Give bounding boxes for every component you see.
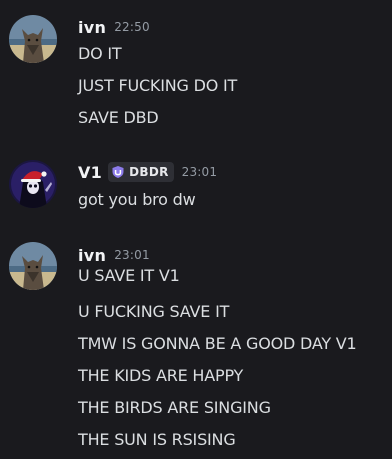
wolf-avatar-icon <box>9 242 57 290</box>
username[interactable]: ivn <box>78 246 106 265</box>
avatar[interactable] <box>9 15 57 63</box>
message-text: THE BIRDS ARE SINGING <box>78 398 271 417</box>
message-text: DO IT <box>78 44 122 63</box>
username[interactable]: ivn <box>78 18 106 37</box>
avatar[interactable] <box>9 160 57 208</box>
reaper-avatar-icon <box>9 160 57 208</box>
server-tag[interactable]: DBDR <box>108 162 174 182</box>
message-group: V1 DBDR 23:01 got you bro dw <box>0 155 392 215</box>
timestamp: 22:50 <box>114 20 150 34</box>
timestamp: 23:01 <box>181 165 218 179</box>
message-text: U SAVE IT V1 <box>78 266 180 285</box>
username[interactable]: V1 <box>78 163 102 182</box>
message-group: ivn 22:50 DO IT JUST FUCKING DO IT SAVE … <box>0 0 392 140</box>
avatar[interactable] <box>9 242 57 290</box>
message-text: U FUCKING SAVE IT <box>78 302 230 321</box>
message-group: ivn 23:01 U SAVE IT V1 U FUCKING SAVE IT… <box>0 240 392 459</box>
message-text: THE SUN IS RSISING <box>78 430 236 449</box>
message-text: JUST FUCKING DO IT <box>78 76 238 95</box>
wolf-avatar-icon <box>9 15 57 63</box>
shield-icon <box>112 166 124 178</box>
message-text: TMW IS GONNA BE A GOOD DAY V1 <box>78 334 357 353</box>
message-text: THE KIDS ARE HAPPY <box>78 366 244 385</box>
timestamp: 23:01 <box>114 248 150 262</box>
server-tag-label: DBDR <box>129 165 169 179</box>
message-text: got you bro dw <box>78 190 196 209</box>
message-text: SAVE DBD <box>78 108 159 127</box>
